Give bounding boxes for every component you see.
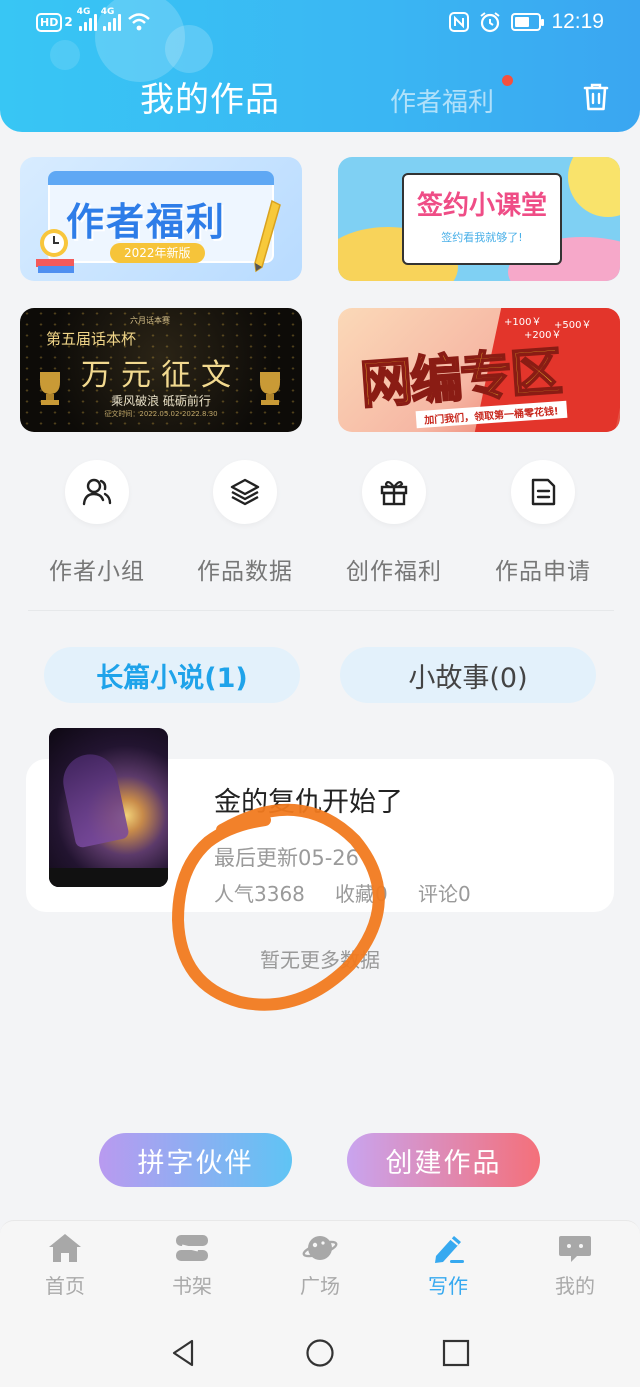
nav-bookshelf-label: 书架 xyxy=(172,1274,212,1298)
quick-action-label: 作品申请 xyxy=(495,559,591,585)
back-icon[interactable] xyxy=(170,1338,196,1368)
create-work-label: 创建作品 xyxy=(385,1147,502,1179)
nfc-icon xyxy=(449,12,470,32)
alarm-icon xyxy=(480,12,501,33)
tab-author-welfare[interactable]: 作者福利 xyxy=(390,82,494,119)
quick-action-label: 作者小组 xyxy=(49,559,145,585)
tab-short-story-label: 小故事(0) xyxy=(408,662,528,694)
planet-icon xyxy=(302,1236,338,1260)
pen-icon xyxy=(435,1236,464,1263)
annotation-circle xyxy=(172,803,385,1011)
banner-title: 作者福利 xyxy=(66,200,227,244)
alarm-clock-illustration xyxy=(36,229,74,273)
nav-square-label: 广场 xyxy=(300,1274,340,1298)
nav-write[interactable]: 写作 xyxy=(408,1232,488,1304)
banner-dates: 征文时间：2022.05.02-2022.8.30 xyxy=(104,410,218,418)
author-group-button[interactable] xyxy=(65,460,129,524)
home-circle-icon[interactable] xyxy=(305,1338,335,1368)
nav-home[interactable]: 首页 xyxy=(25,1232,105,1304)
home-icon xyxy=(49,1234,81,1262)
signal-icon: 4G xyxy=(77,7,97,31)
nav-mine-label: 我的 xyxy=(555,1274,595,1298)
recents-icon[interactable] xyxy=(442,1339,470,1367)
banner-essay-contest[interactable]: 六月话本赛 第五届话本杯 万元征文 乘风破浪 砥砺前行 征文时间：2022.05… xyxy=(20,308,302,432)
gift-icon xyxy=(380,480,408,506)
banner-author-welfare[interactable]: 作者福利 2022年新版 xyxy=(20,157,302,281)
group-icon xyxy=(82,478,112,506)
create-work-button[interactable]: 创建作品 xyxy=(347,1133,540,1187)
layers-icon xyxy=(230,478,260,506)
banner-subtitle: 第五届话本杯 xyxy=(46,330,137,348)
tab-novel-label: 长篇小说(1) xyxy=(96,662,248,694)
banner-editor-zone[interactable]: +100￥ +500￥ +200￥ 网编专区 加门我们，领取第一桶零花钱! xyxy=(338,308,620,432)
banner-signing-class[interactable]: 签约小课堂 签约看我就够了! xyxy=(338,157,620,281)
tab-short-story[interactable]: 小故事(0) xyxy=(340,647,596,703)
quick-action-label: 作品数据 xyxy=(197,559,293,585)
chat-icon xyxy=(559,1236,591,1262)
signal-icon-2: 4G xyxy=(101,7,121,31)
status-time: 12:19 xyxy=(551,10,604,33)
document-icon xyxy=(531,478,556,506)
trophy-illustration xyxy=(40,372,60,405)
nav-bookshelf[interactable]: 书架 xyxy=(152,1232,232,1304)
work-data-button[interactable] xyxy=(213,460,277,524)
trash-icon[interactable] xyxy=(582,82,610,112)
work-comments: 评论0 xyxy=(418,882,471,906)
nav-mine[interactable]: 我的 xyxy=(535,1232,615,1304)
battery-icon xyxy=(511,13,545,31)
pencil-illustration xyxy=(254,199,281,273)
bookshelf-icon xyxy=(176,1235,208,1261)
banner-subtitle: 签约看我就够了! xyxy=(441,231,523,244)
nav-square[interactable]: 广场 xyxy=(280,1232,360,1304)
app-header: HD 2 4G 4G 12:19 我的作品 作者福利 xyxy=(0,0,640,132)
banner-title: 签约小课堂 xyxy=(416,191,547,221)
writing-partner-button[interactable]: 拼字伙伴 xyxy=(99,1133,292,1187)
book-cover[interactable] xyxy=(49,728,168,887)
banner-header: 六月话本赛 xyxy=(130,316,170,325)
system-nav-bar xyxy=(0,1318,640,1387)
trophy-illustration xyxy=(260,372,280,405)
work-apply-button[interactable] xyxy=(511,460,575,524)
writing-partner-label: 拼字伙伴 xyxy=(137,1147,254,1179)
nav-home-label: 首页 xyxy=(45,1274,85,1298)
sim-number: 2 xyxy=(64,15,73,29)
status-bar: HD 2 4G 4G 12:19 xyxy=(0,0,640,48)
wifi-icon xyxy=(127,13,150,31)
divider xyxy=(28,610,614,611)
notification-dot xyxy=(502,75,513,86)
tab-novel[interactable]: 长篇小说(1) xyxy=(44,647,300,703)
hd-badge: HD xyxy=(36,12,63,32)
creation-welfare-button[interactable] xyxy=(362,460,426,524)
nav-write-label: 写作 xyxy=(428,1274,468,1298)
quick-action-label: 创作福利 xyxy=(346,559,442,585)
page-title: 我的作品 xyxy=(140,80,280,120)
banner-subtitle: 2022年新版 xyxy=(110,243,205,263)
